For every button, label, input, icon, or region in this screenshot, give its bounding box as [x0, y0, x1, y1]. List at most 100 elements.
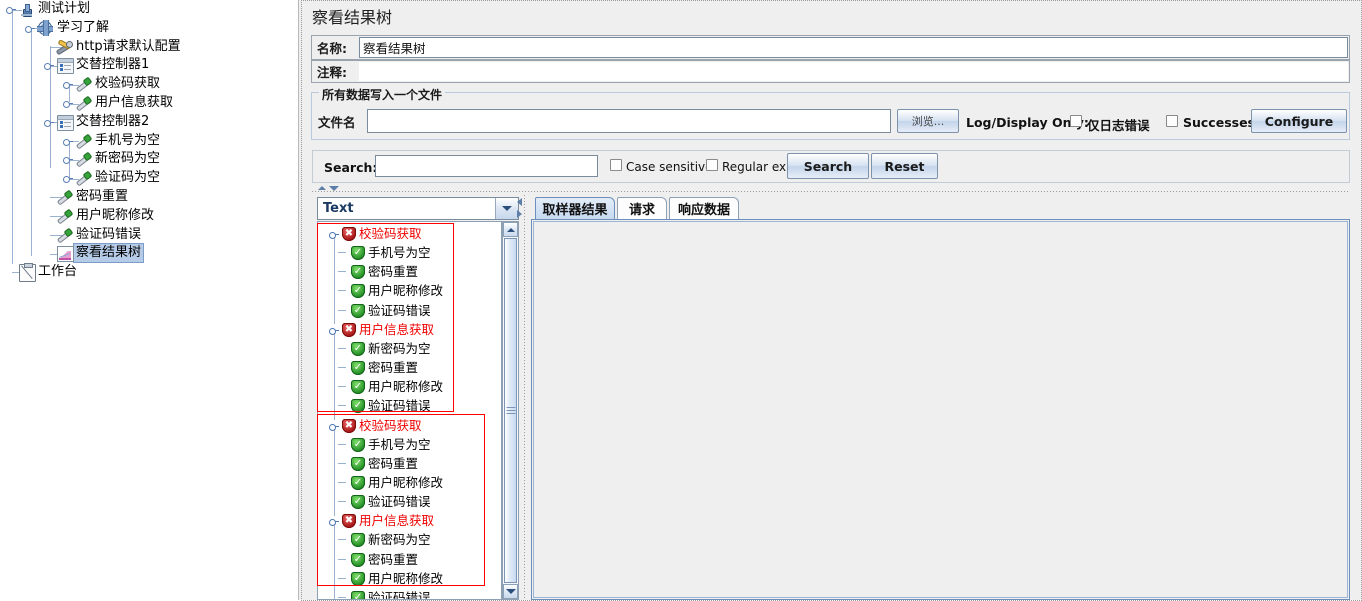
case-sensitive-label[interactable]: Case sensitive	[626, 160, 713, 174]
errors-only-checkbox[interactable]	[1070, 115, 1082, 127]
result-expand-handle[interactable]	[329, 516, 339, 526]
result-item-16[interactable]: ✓ 新密码为空	[338, 530, 431, 549]
tab-sampler-result[interactable]: 取样器结果	[535, 197, 615, 219]
result-item-3[interactable]: ✓ 用户昵称修改	[338, 281, 443, 300]
tree-expand-handle[interactable]	[63, 137, 73, 146]
tab-response-data[interactable]: 响应数据	[669, 197, 739, 219]
chevron-down-icon[interactable]	[495, 198, 518, 219]
result-connector-line	[338, 559, 346, 560]
tree-item-label: http请求默认配置	[76, 39, 181, 54]
tree-item-3[interactable]: 交替控制器1	[44, 56, 149, 74]
search-label: Search:	[324, 160, 378, 175]
status-error-icon: ✖	[342, 226, 356, 241]
tree-item-11[interactable]: 用户昵称修改	[44, 207, 154, 225]
name-input[interactable]: 察看结果树	[359, 37, 1348, 58]
result-connector-line	[338, 348, 346, 349]
case-sensitive-checkbox[interactable]	[610, 159, 622, 171]
result-expand-handle[interactable]	[329, 229, 339, 239]
name-label: 名称:	[314, 37, 361, 58]
tab-content-panel[interactable]	[531, 219, 1350, 600]
result-expand-handle[interactable]	[329, 325, 339, 335]
search-reset-button[interactable]: Reset	[871, 153, 938, 179]
split-collapse-left-icon[interactable]	[517, 198, 522, 206]
tree-item-8[interactable]: 新密码为空	[63, 150, 160, 168]
tree-expand-handle[interactable]	[6, 5, 16, 14]
tree-expand-handle[interactable]	[63, 174, 73, 183]
successes-label[interactable]: Successes	[1183, 115, 1255, 130]
filename-input[interactable]	[367, 109, 891, 133]
comment-input[interactable]	[359, 62, 1348, 81]
result-item-8[interactable]: ✓ 用户昵称修改	[338, 377, 443, 396]
renderer-combo[interactable]: Text	[317, 197, 519, 220]
split-collapse-right-icon[interactable]	[517, 210, 522, 218]
result-item-10[interactable]: ✖ 校验码获取	[329, 416, 422, 435]
tree-item-4[interactable]: 校验码获取	[63, 75, 160, 93]
tree-item-13[interactable]: 察看结果树	[44, 243, 145, 263]
tree-item-14[interactable]: 工作台	[6, 263, 78, 282]
status-success-icon: ✓	[351, 303, 365, 318]
configure-button[interactable]: Configure	[1251, 109, 1347, 133]
result-item-15[interactable]: ✖ 用户信息获取	[329, 511, 434, 530]
result-connector-line	[338, 310, 346, 311]
tree-expand-handle[interactable]	[63, 155, 73, 164]
result-item-9[interactable]: ✓ 验证码错误	[338, 396, 431, 415]
vertical-split-divider[interactable]	[524, 195, 525, 600]
tree-item-5[interactable]: 用户信息获取	[63, 94, 173, 112]
errors-only-label[interactable]: 仅日志错误	[1087, 115, 1150, 134]
results-scrollbar[interactable]	[502, 221, 519, 600]
result-item-1[interactable]: ✓ 手机号为空	[338, 243, 431, 262]
browse-button[interactable]: 浏览...	[897, 109, 959, 133]
result-item-2[interactable]: ✓ 密码重置	[338, 262, 418, 281]
status-success-icon: ✓	[351, 532, 365, 547]
tree-expand-handle[interactable]	[44, 118, 54, 127]
tree-item-0[interactable]: 测试计划	[6, 0, 90, 18]
result-item-13[interactable]: ✓ 用户昵称修改	[338, 473, 443, 492]
result-expand-handle[interactable]	[329, 421, 339, 431]
result-item-6[interactable]: ✓ 新密码为空	[338, 339, 431, 358]
result-item-7[interactable]: ✓ 密码重置	[338, 358, 418, 377]
result-item-14[interactable]: ✓ 验证码错误	[338, 492, 431, 511]
tree-expand-handle[interactable]	[63, 99, 73, 108]
status-success-icon: ✓	[351, 456, 365, 471]
result-item-4[interactable]: ✓ 验证码错误	[338, 301, 431, 320]
tree-expand-handle[interactable]	[63, 80, 73, 89]
tree-item-1[interactable]: 学习了解	[25, 19, 109, 37]
filename-label: 文件名	[318, 111, 366, 131]
result-item-0[interactable]: ✖ 校验码获取	[329, 224, 422, 243]
status-success-icon: ✓	[351, 341, 365, 356]
scroll-down-button[interactable]	[503, 584, 518, 599]
regular-exp-checkbox[interactable]	[706, 159, 718, 171]
result-item-18[interactable]: ✓ 用户昵称修改	[338, 569, 443, 588]
tree-item-label: 察看结果树	[72, 243, 145, 263]
test-plan-tree-pane[interactable]: 测试计划 学习了解 http请求默认配置交替控制器1 校验码获取 用户信息获取 交替控制器…	[0, 0, 295, 600]
tree-item-9[interactable]: 验证码为空	[63, 169, 160, 187]
result-item-12[interactable]: ✓ 密码重置	[338, 454, 418, 473]
result-item-label: 新密码为空	[368, 532, 431, 547]
result-item-17[interactable]: ✓ 密码重置	[338, 550, 418, 569]
result-connector-line	[338, 539, 346, 540]
tree-item-6[interactable]: 交替控制器2	[44, 113, 149, 131]
tree-expand-handle[interactable]	[25, 24, 35, 33]
search-input[interactable]	[375, 155, 598, 177]
result-item-11[interactable]: ✓ 手机号为空	[338, 435, 431, 454]
tab-request[interactable]: 请求	[617, 197, 667, 219]
tree-expand-handle[interactable]	[44, 61, 54, 70]
split-collapse-down-icon[interactable]	[329, 186, 339, 191]
scrollbar-thumb[interactable]	[504, 238, 517, 583]
tree-item-2[interactable]: http请求默认配置	[44, 38, 181, 56]
scroll-up-button[interactable]	[503, 222, 518, 237]
result-item-5[interactable]: ✖ 用户信息获取	[329, 320, 434, 339]
tree-item-12[interactable]: 验证码错误	[44, 226, 141, 244]
horizontal-split-divider[interactable]	[312, 191, 1350, 192]
results-tree-list[interactable]: ✖ 校验码获取 ✓ 手机号为空 ✓ 密码重置 ✓ 用户昵称修改 ✓ 验证码错误 ✖ 用户信息获取 ✓ 新密…	[317, 221, 502, 600]
split-collapse-up-icon[interactable]	[318, 186, 326, 190]
result-item-label: 验证码错误	[368, 303, 431, 318]
result-item-19[interactable]: ✓ 验证码错误	[338, 588, 431, 599]
result-item-label: 验证码错误	[368, 494, 431, 509]
tree-connector-line	[12, 10, 13, 264]
tree-item-7[interactable]: 手机号为空	[63, 132, 160, 150]
search-button[interactable]: Search	[787, 153, 869, 179]
tree-item-label: 工作台	[38, 264, 78, 279]
successes-checkbox[interactable]	[1166, 115, 1178, 127]
tree-item-10[interactable]: 密码重置	[44, 188, 128, 206]
